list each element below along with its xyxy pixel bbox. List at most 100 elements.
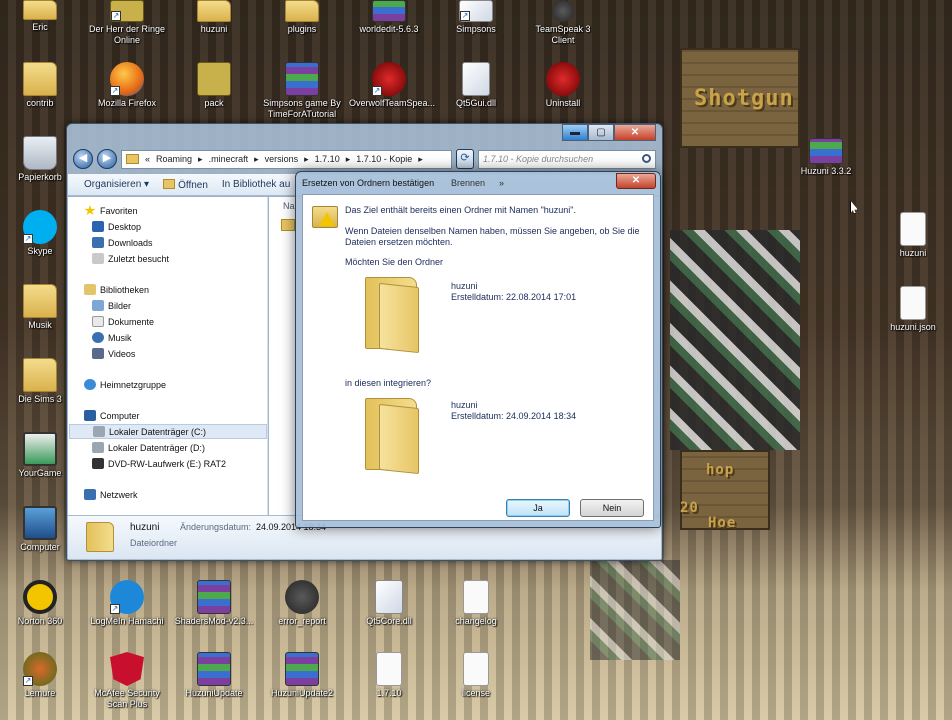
desktop-icon-simpsons[interactable]: ↗ Simpsons — [436, 0, 516, 35]
nav-computer[interactable]: Computer — [84, 408, 282, 423]
breadcrumb-separator[interactable]: ▸ — [304, 154, 309, 165]
breadcrumb-1710-kopie[interactable]: 1.7.10 - Kopie — [356, 154, 412, 164]
desktop-icon-uninstall[interactable]: Uninstall — [523, 62, 603, 109]
close-button[interactable]: ✕ — [614, 124, 656, 141]
computer-icon — [23, 506, 57, 540]
nav-downloads[interactable]: Downloads — [92, 235, 290, 250]
source-folder-name: huzuni — [451, 281, 478, 291]
desktop-icon-contrib[interactable]: contrib — [0, 62, 80, 109]
navigation-pane: Favoriten Desktop Downloads Zuletzt besu… — [68, 197, 268, 516]
desktop-icon-huzuni-json[interactable]: huzuni.json — [873, 286, 952, 333]
desktop-icon-huzuni-332[interactable]: Huzuni 3.3.2 — [786, 138, 866, 177]
dialog-message: Das Ziel enthält bereits einen Ordner mi… — [345, 205, 576, 215]
dialog-explanation: Wenn Dateien denselben Namen haben, müss… — [345, 226, 640, 247]
desktop-icon — [92, 221, 104, 232]
norton-icon — [23, 580, 57, 614]
nav-zuletzt-besucht[interactable]: Zuletzt besucht — [92, 251, 290, 266]
desktop-icon-mcafee[interactable]: McAfee Security Scan Plus — [87, 652, 167, 710]
desktop-icon-huzuni-folder[interactable]: huzuni — [174, 0, 254, 35]
winrar-archive-icon — [285, 652, 319, 686]
nav-bilder[interactable]: Bilder — [92, 298, 290, 313]
open-button[interactable]: Öffnen — [163, 178, 208, 191]
desktop-icon-overwolf[interactable]: ↗ OverwolfTeamSpea... — [349, 62, 435, 109]
nav-bibliotheken[interactable]: Bibliotheken — [84, 282, 282, 297]
desktop-icon-license[interactable]: license — [436, 652, 516, 699]
nav-drive-d[interactable]: Lokaler Datenträger (D:) — [92, 440, 290, 455]
background-sign-text: 20 — [680, 500, 699, 516]
desktop-icon-firefox[interactable]: ↗ Mozilla Firefox — [87, 62, 167, 109]
desktop-icon-norton[interactable]: Norton 360 — [0, 580, 80, 627]
details-type: Dateiordner — [130, 538, 178, 548]
column-header-name[interactable]: Na — [283, 201, 295, 211]
nav-drive-c[interactable]: Lokaler Datenträger (C:) — [69, 424, 267, 439]
libraries-icon — [84, 284, 96, 295]
source-folder-date: Erstelldatum: 22.08.2014 17:01 — [451, 292, 577, 302]
background-sign-text: Hoe — [708, 515, 737, 531]
desktop-icon-pack[interactable]: pack — [174, 62, 254, 109]
documents-icon — [92, 316, 104, 327]
desktop-icon-1710[interactable]: 1.7.10 — [349, 652, 429, 699]
include-in-library-button[interactable]: In Bibliothek au — [222, 179, 290, 190]
desktop-icon-huzuniupdate2[interactable]: HuzuniUpdate2 — [262, 652, 342, 699]
user-folder-icon — [23, 0, 57, 20]
refresh-button[interactable]: ⟳ — [456, 149, 474, 169]
folder-warning-icon — [312, 204, 338, 230]
forward-button[interactable]: ▶ — [97, 149, 117, 169]
maximize-button[interactable]: ▢ — [588, 124, 614, 141]
nav-netzwerk[interactable]: Netzwerk — [84, 487, 282, 502]
desktop-icon-lemure[interactable]: ↗ Lemure — [0, 652, 80, 699]
breadcrumb-separator[interactable]: ▸ — [254, 154, 259, 165]
breadcrumb-separator[interactable]: ▸ — [418, 154, 423, 165]
desktop-icon-huzuniupdate[interactable]: HuzuniUpdate — [174, 652, 254, 699]
nav-heimnetzgruppe[interactable]: Heimnetzgruppe — [84, 377, 282, 392]
desktop-icon-herr-der-ringe[interactable]: ↗ Der Herr der Ringe Online — [87, 0, 167, 46]
downloads-icon — [92, 237, 104, 248]
desktop-icon-plugins[interactable]: plugins — [262, 0, 342, 35]
no-button[interactable]: Nein — [580, 499, 644, 517]
desktop-icon-hamachi[interactable]: ↗ LogMeIn Hamachi — [87, 580, 167, 627]
target-folder-icon — [365, 398, 419, 475]
background-toolbar-text: Brennen — [451, 178, 486, 188]
hard-drive-icon — [92, 442, 104, 453]
folder-icon — [285, 0, 319, 22]
desktop-icon-teamspeak[interactable]: TeamSpeak 3 Client — [523, 0, 603, 46]
breadcrumb-minecraft[interactable]: .minecraft — [209, 154, 249, 164]
desktop-icon-eric[interactable]: Eric — [0, 0, 80, 33]
folder-icon — [281, 219, 295, 231]
breadcrumb-roaming[interactable]: Roaming — [156, 154, 192, 164]
nav-drive-e[interactable]: DVD-RW-Laufwerk (E:) RAT2 — [92, 456, 290, 471]
winrar-archive-icon — [809, 138, 843, 164]
desktop-icon-qt5gui[interactable]: Qt5Gui.dll — [436, 62, 516, 109]
game-shortcut-icon: ↗ — [110, 0, 144, 22]
network-icon — [84, 489, 96, 500]
search-input[interactable]: 1.7.10 - Kopie durchsuchen — [478, 149, 656, 169]
desktop-icon-shadersmod[interactable]: ShadersMod-v2.3... — [174, 580, 254, 627]
yes-button[interactable]: Ja — [506, 499, 570, 517]
nav-videos[interactable]: Videos — [92, 346, 290, 361]
desktop-icon-changelog[interactable]: changelog — [436, 580, 516, 627]
nav-dokumente[interactable]: Dokumente — [92, 314, 290, 329]
desktop-icon-simpsons-game[interactable]: Simpsons game By TimeForATutorial — [262, 62, 342, 120]
breadcrumb-separator[interactable]: ▸ — [198, 154, 203, 165]
breadcrumb-versions[interactable]: versions — [265, 154, 299, 164]
breadcrumb-1710[interactable]: 1.7.10 — [315, 154, 340, 164]
lemure-icon: ↗ — [23, 652, 57, 686]
music-folder-icon — [23, 284, 57, 318]
organize-button[interactable]: Organisieren ▾ — [84, 179, 149, 190]
back-button[interactable]: ◀ — [73, 149, 93, 169]
breadcrumb-separator[interactable]: ▸ — [346, 154, 351, 165]
teamspeak-icon — [285, 580, 319, 614]
address-bar[interactable]: « Roaming ▸ .minecraft ▸ versions ▸ 1.7.… — [121, 149, 452, 169]
confirm-folder-replace-dialog[interactable]: Ersetzen von Ordnern bestätigen Brennen … — [295, 171, 661, 528]
winrar-archive-icon — [372, 0, 406, 22]
desktop-icon-qt5core[interactable]: Qt5Core.dll — [349, 580, 429, 627]
breadcrumb-overflow[interactable]: « — [145, 154, 150, 164]
nav-desktop[interactable]: Desktop — [92, 219, 290, 234]
desktop-icon-huzuni-java[interactable]: huzuni — [873, 212, 952, 259]
dialog-close-button[interactable]: ✕ — [616, 173, 656, 189]
desktop-icon-error-report[interactable]: error_report — [262, 580, 342, 627]
minimize-button[interactable]: ▬ — [562, 124, 588, 141]
desktop-icon-worldedit[interactable]: worldedit-5.6.3 — [349, 0, 429, 35]
nav-favoriten[interactable]: Favoriten — [84, 203, 282, 218]
nav-musik[interactable]: Musik — [92, 330, 290, 345]
